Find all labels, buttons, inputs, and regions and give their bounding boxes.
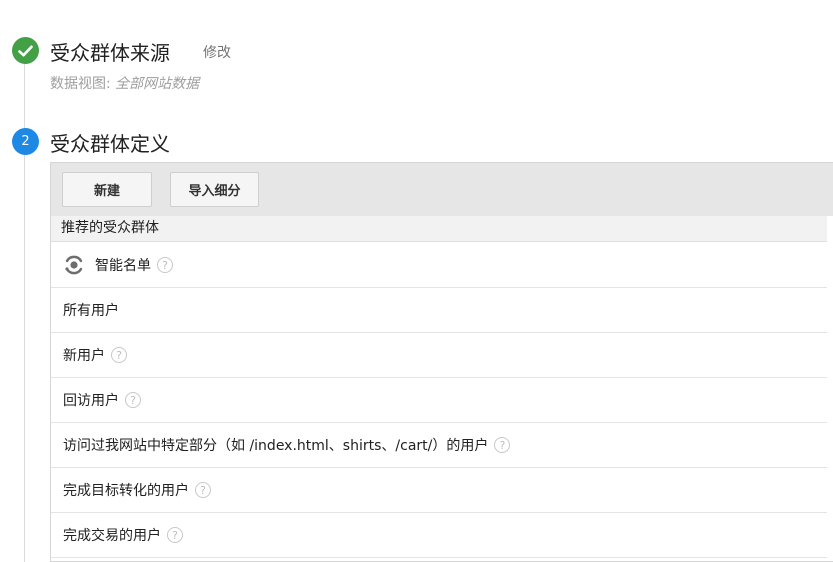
help-icon[interactable]: ? <box>157 257 173 273</box>
edit-source-link[interactable]: 修改 <box>203 42 231 62</box>
new-audience-button[interactable]: 新建 <box>62 172 152 207</box>
help-icon[interactable]: ? <box>111 347 127 363</box>
audience-item-label: 所有用户 <box>63 303 119 319</box>
audience-item-label: 完成目标转化的用户 <box>63 483 189 499</box>
audience-item-label: 访问过我网站中特定部分（如 /index.html、shirts、/cart/）… <box>63 438 489 454</box>
smart-list-icon <box>63 254 85 276</box>
step2-title: 受众群体定义 <box>50 132 170 156</box>
help-icon[interactable]: ? <box>494 437 511 453</box>
audience-toolbar: 新建 导入细分 <box>51 163 833 216</box>
audience-item-smart-list[interactable]: 智能名单 ? <box>51 243 827 288</box>
import-segment-button[interactable]: 导入细分 <box>170 172 259 207</box>
help-icon[interactable]: ? <box>195 482 211 498</box>
audience-item-all-users[interactable]: 所有用户 <box>51 288 827 333</box>
audience-item-returning-users[interactable]: 回访用户 ? <box>51 378 827 423</box>
audience-item-label: 回访用户 <box>63 393 119 409</box>
audience-item-label: 智能名单 <box>95 258 151 274</box>
data-view-label: 数据视图: <box>50 76 111 92</box>
help-icon[interactable]: ? <box>167 527 183 543</box>
recommended-audiences-header: 推荐的受众群体 <box>51 216 827 242</box>
step1-title: 受众群体来源 <box>50 41 170 65</box>
audience-definition-panel: 新建 导入细分 推荐的受众群体 智能名单 ? 所有用户 新用户 ? 回访用户 ?… <box>50 162 833 562</box>
audience-item-new-users[interactable]: 新用户 ? <box>51 333 827 378</box>
audience-item-purchasers[interactable]: 完成交易的用户 ? <box>51 513 827 558</box>
audience-item-label: 完成交易的用户 <box>63 528 161 544</box>
audience-list: 智能名单 ? 所有用户 新用户 ? 回访用户 ? 访问过我网站中特定部分（如 /… <box>51 243 827 558</box>
help-icon[interactable]: ? <box>125 392 141 408</box>
audience-item-visited-specific-pages[interactable]: 访问过我网站中特定部分（如 /index.html、shirts、/cart/）… <box>51 423 827 468</box>
step-complete-check-icon <box>12 37 39 64</box>
data-view-value: 全部网站数据 <box>115 76 200 92</box>
data-view-source: 数据视图: 全部网站数据 <box>50 73 199 93</box>
step2-number-badge: 2 <box>12 128 39 155</box>
audience-item-label: 新用户 <box>63 348 105 364</box>
audience-item-goal-converters[interactable]: 完成目标转化的用户 ? <box>51 468 827 513</box>
